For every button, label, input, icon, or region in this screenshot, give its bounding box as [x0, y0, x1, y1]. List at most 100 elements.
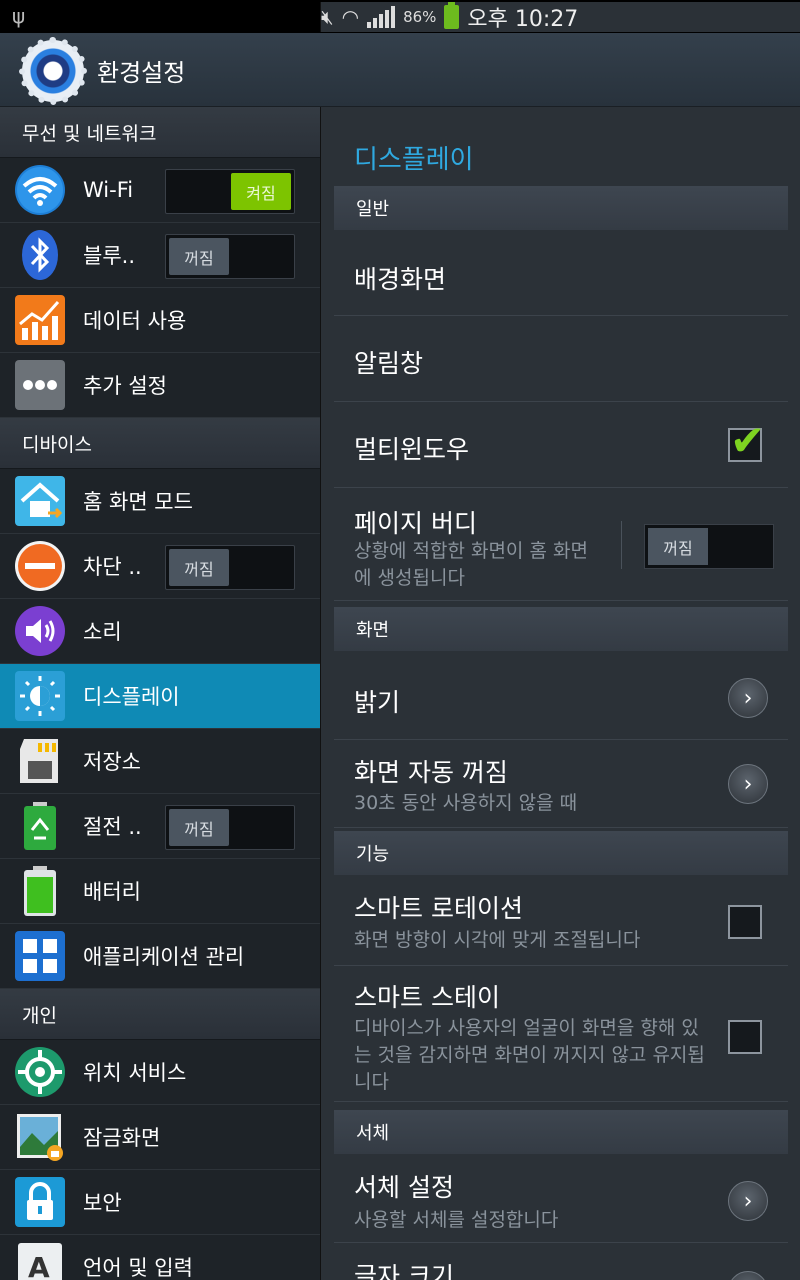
mute-icon: 🔇︎ [321, 5, 334, 29]
section-features: 기능 [334, 831, 788, 875]
bluetooth-toggle[interactable]: 꺼짐 [165, 234, 295, 279]
wifi-icon [15, 165, 65, 215]
wifi-signal-icon: ◠ [341, 5, 360, 29]
home-screen-icon [15, 476, 65, 526]
chevron-right-icon[interactable]: › [728, 764, 768, 804]
notification-panel-label: 알림창 [354, 349, 424, 378]
sidebar-item-wifi[interactable]: Wi-Fi 켜짐 [0, 158, 320, 223]
display-brightness-icon [15, 671, 65, 721]
cell-signal-icon [367, 6, 396, 28]
sidebar-item-label: 홈 화면 모드 [83, 490, 193, 514]
sidebar-item-battery[interactable]: 배터리 [0, 859, 320, 924]
smart-stay-description: 디바이스가 사용자의 얼굴이 화면을 향해 있는 것을 감지하면 화면이 꺼지지… [354, 1017, 705, 1093]
font-size-label: 글자 크기 [354, 1262, 454, 1280]
wallpaper-label: 배경화면 [354, 265, 447, 294]
lock-screen-icon [17, 1114, 63, 1161]
sidebar-item-label: 언어 및 입력 [83, 1256, 193, 1280]
category-personal: 개인 [0, 989, 320, 1040]
app-grid-icon [15, 931, 65, 981]
power-saving-toggle[interactable]: 꺼짐 [165, 805, 295, 850]
sidebar-item-label: 절전 .. [83, 815, 142, 839]
sidebar-item-label: 디스플레이 [83, 685, 180, 709]
sidebar-item-label: 블루.. [83, 244, 135, 268]
block-mode-toggle[interactable]: 꺼짐 [165, 545, 295, 590]
smart-rotation-description: 화면 방향이 시각에 맞게 조절됩니다 [354, 929, 641, 951]
sidebar-item-home-mode[interactable]: 홈 화면 모드 [0, 469, 320, 534]
font-size-item[interactable]: 글자 크기 › [334, 1243, 788, 1280]
sidebar-item-bluetooth[interactable]: 블루.. 꺼짐 [0, 223, 320, 288]
notification-panel-item[interactable]: 알림창 [334, 316, 788, 402]
sidebar-item-label: 소리 [83, 620, 122, 644]
sidebar-item-lock-screen[interactable]: 잠금화면 [0, 1105, 320, 1170]
sidebar-item-storage[interactable]: 저장소 [0, 729, 320, 794]
sidebar-item-label: 차단 .. [83, 555, 142, 579]
smart-stay-item[interactable]: 스마트 스테이 디바이스가 사용자의 얼굴이 화면을 향해 있는 것을 감지하면… [334, 966, 788, 1102]
toggle-knob: 켜짐 [231, 173, 291, 210]
battery-charging-icon [444, 2, 460, 29]
sidebar-item-more-settings[interactable]: 추가 설정 [0, 353, 320, 418]
wallpaper-item[interactable]: 배경화면 [334, 230, 788, 316]
brightness-label: 밝기 [354, 688, 401, 717]
page-buddy-label: 페이지 버디 [354, 509, 477, 538]
page-buddy-toggle[interactable]: 꺼짐 [644, 524, 774, 569]
screen-timeout-item[interactable]: 화면 자동 꺼짐 30초 동안 사용하지 않을 때 › [334, 740, 788, 828]
toggle-knob: 꺼짐 [169, 549, 229, 586]
smart-rotation-label: 스마트 로테이션 [354, 894, 523, 923]
sidebar-item-sound[interactable]: 소리 [0, 599, 320, 664]
sidebar-item-data-usage[interactable]: 데이터 사용 [0, 288, 320, 353]
sidebar-item-location[interactable]: 위치 서비스 [0, 1040, 320, 1105]
chevron-right-icon[interactable]: › [728, 1181, 768, 1221]
brightness-item[interactable]: 밝기 › [334, 653, 788, 740]
sidebar-item-app-manager[interactable]: 애플리케이션 관리 [0, 924, 320, 989]
bluetooth-icon [22, 230, 58, 280]
screen-timeout-description: 30초 동안 사용하지 않을 때 [354, 792, 578, 814]
clock: 오후 10:27 [467, 7, 579, 32]
multi-window-item[interactable]: 멀티윈도우 [334, 402, 788, 488]
sidebar: 무선 및 네트워크 Wi-Fi 켜짐 블루.. 꺼짐 데이터 사용 추가 설정 … [0, 107, 320, 1280]
smart-rotation-item[interactable]: 스마트 로테이션 화면 방향이 시각에 맞게 조절됩니다 [334, 877, 788, 966]
toggle-knob: 꺼짐 [169, 809, 229, 846]
category-device: 디바이스 [0, 418, 320, 469]
settings-gear-icon[interactable] [19, 37, 87, 105]
status-bar: ψ 🔇︎ ◠ 86% 오후 10:27 [0, 0, 800, 33]
battery-icon [24, 866, 56, 916]
location-icon [15, 1047, 65, 1097]
storage-icon [20, 739, 58, 783]
sidebar-item-security[interactable]: 보안 [0, 1170, 320, 1235]
multi-window-checkbox[interactable] [728, 416, 765, 465]
font-settings-description: 사용할 서체를 설정합니다 [354, 1209, 559, 1231]
multi-window-label: 멀티윈도우 [354, 435, 470, 464]
font-settings-item[interactable]: 서체 설정 사용할 서체를 설정합니다 › [334, 1156, 788, 1243]
toggle-knob: 꺼짐 [169, 238, 229, 275]
sidebar-item-label: 저장소 [83, 750, 141, 774]
sidebar-item-display[interactable]: 디스플레이 [0, 664, 320, 729]
battery-percent: 86% [403, 8, 437, 26]
section-screen: 화면 [334, 607, 788, 651]
block-icon [15, 541, 65, 591]
language-keyboard-icon: A [18, 1243, 62, 1280]
sidebar-item-language[interactable]: A 언어 및 입력 [0, 1235, 320, 1280]
toggle-knob: 꺼짐 [648, 528, 708, 565]
divider [621, 521, 622, 569]
section-general: 일반 [334, 186, 788, 230]
chevron-right-icon[interactable]: › [728, 1271, 768, 1280]
sidebar-item-power-saving[interactable]: 절전 .. 꺼짐 [0, 794, 320, 859]
wifi-toggle[interactable]: 켜짐 [165, 169, 295, 214]
more-dots-icon [15, 360, 65, 410]
smart-rotation-checkbox[interactable] [728, 905, 762, 939]
page-title: 디스플레이 [354, 145, 474, 175]
smart-stay-checkbox[interactable] [728, 1020, 762, 1054]
page-buddy-item[interactable]: 페이지 버디 상황에 적합한 화면이 홈 화면에 생성됩니다 꺼짐 [334, 488, 788, 601]
app-title: 환경설정 [97, 59, 186, 87]
sidebar-item-label: Wi-Fi [83, 178, 134, 202]
sidebar-item-block-mode[interactable]: 차단 .. 꺼짐 [0, 534, 320, 599]
padlock-icon [15, 1177, 65, 1227]
page-buddy-description: 상황에 적합한 화면이 홈 화면에 생성됩니다 [354, 540, 588, 589]
data-usage-icon [15, 295, 65, 345]
svg-text:A: A [28, 1251, 50, 1280]
sidebar-item-label: 애플리케이션 관리 [83, 945, 245, 969]
category-wireless: 무선 및 네트워크 [0, 107, 320, 158]
chevron-right-icon[interactable]: › [728, 678, 768, 718]
sidebar-item-label: 보안 [83, 1191, 122, 1215]
display-settings-pane: 디스플레이 일반 배경화면 알림창 멀티윈도우 페이지 버디 상황에 적합한 화… [320, 107, 800, 1280]
